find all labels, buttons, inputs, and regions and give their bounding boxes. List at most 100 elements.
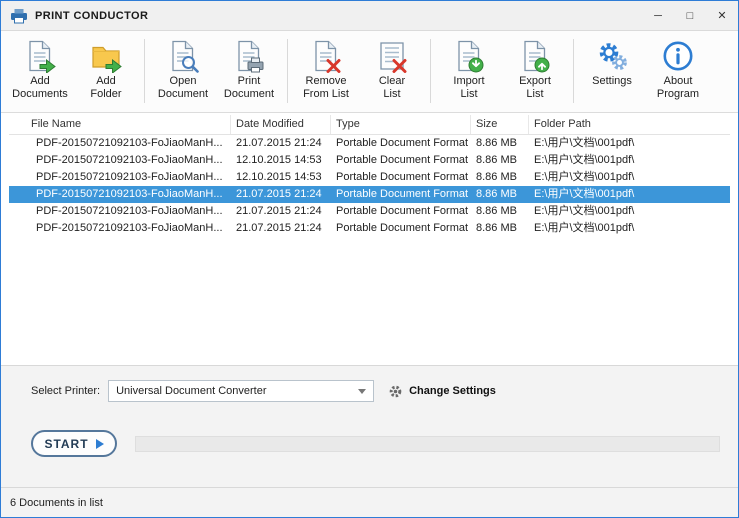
cell-date-modified: 21.07.2015 21:24 [231, 220, 331, 237]
cell-folder-path: E:\用户\文档\001pdf\ [529, 169, 730, 186]
progress-bar [135, 436, 720, 452]
toolbar-button-label: Export List [519, 75, 551, 101]
select-printer-label: Select Printer: [31, 385, 100, 397]
toolbar-button-open-document[interactable]: Open Document [150, 37, 216, 101]
add-folder-icon [89, 39, 123, 73]
cell-type: Portable Document Format [331, 152, 471, 169]
toolbar-button-label: Remove From List [303, 75, 349, 101]
table-row[interactable]: PDF-20150721092103-FoJiaoManH...21.07.20… [9, 135, 730, 152]
toolbar-button-label: About Program [657, 75, 699, 101]
table-row[interactable]: PDF-20150721092103-FoJiaoManH...12.10.20… [9, 169, 730, 186]
toolbar-button-print-document[interactable]: Print Document [216, 37, 282, 101]
toolbar-button-label: Open Document [158, 75, 208, 101]
settings-icon [595, 39, 629, 73]
toolbar-separator [287, 39, 288, 103]
bottom-panel: Select Printer: Universal Document Conve… [1, 365, 738, 517]
window-title: PRINT CONDUCTOR [35, 10, 148, 22]
table-row[interactable]: PDF-20150721092103-FoJiaoManH...21.07.20… [9, 203, 730, 220]
cell-size: 8.86 MB [471, 220, 529, 237]
about-program-icon [661, 39, 695, 73]
column-header-file-name[interactable]: File Name [9, 115, 231, 134]
open-document-icon [166, 39, 200, 73]
cell-folder-path: E:\用户\文档\001pdf\ [529, 135, 730, 152]
cell-file-name: PDF-20150721092103-FoJiaoManH... [9, 169, 231, 186]
add-documents-icon [23, 39, 57, 73]
print-document-icon [232, 39, 266, 73]
start-button-label: START [44, 437, 88, 451]
toolbar-button-add-folder[interactable]: Add Folder [73, 37, 139, 101]
cell-size: 8.86 MB [471, 203, 529, 220]
play-icon [96, 439, 104, 449]
cell-file-name: PDF-20150721092103-FoJiaoManH... [9, 203, 231, 220]
status-text: 6 Documents in list [10, 497, 103, 509]
table-row-selected[interactable]: PDF-20150721092103-FoJiaoManH...21.07.20… [9, 186, 730, 203]
table-row[interactable]: PDF-20150721092103-FoJiaoManH...21.07.20… [9, 220, 730, 237]
toolbar-button-export-list[interactable]: Export List [502, 37, 568, 101]
cell-folder-path: E:\用户\文档\001pdf\ [529, 186, 730, 203]
titlebar: PRINT CONDUCTOR ─ □ ✕ [1, 1, 738, 31]
toolbar-button-label: Print Document [224, 75, 274, 101]
toolbar-button-clear-list[interactable]: Clear List [359, 37, 425, 101]
column-header-folder-path[interactable]: Folder Path [529, 115, 730, 134]
cell-date-modified: 21.07.2015 21:24 [231, 203, 331, 220]
minimize-button[interactable]: ─ [642, 1, 674, 30]
cell-type: Portable Document Format [331, 220, 471, 237]
toolbar-separator [573, 39, 574, 103]
printer-app-icon [10, 8, 28, 24]
toolbar-button-add-documents[interactable]: Add Documents [7, 37, 73, 101]
toolbar-button-label: Import List [453, 75, 484, 101]
toolbar-button-label: Add Documents [12, 75, 68, 101]
clear-list-icon [375, 39, 409, 73]
cell-size: 8.86 MB [471, 135, 529, 152]
change-settings-link[interactable]: Change Settings [409, 385, 496, 397]
maximize-button[interactable]: □ [674, 1, 706, 30]
import-list-icon [452, 39, 486, 73]
column-header-size[interactable]: Size [471, 115, 529, 134]
cell-file-name: PDF-20150721092103-FoJiaoManH... [9, 152, 231, 169]
cell-folder-path: E:\用户\文档\001pdf\ [529, 152, 730, 169]
start-button[interactable]: START [31, 430, 117, 457]
column-header-type[interactable]: Type [331, 115, 471, 134]
cell-folder-path: E:\用户\文档\001pdf\ [529, 203, 730, 220]
toolbar-button-about-program[interactable]: About Program [645, 37, 711, 101]
start-row: START [31, 430, 720, 457]
toolbar-button-settings[interactable]: Settings [579, 37, 645, 88]
toolbar-button-label: Add Folder [90, 75, 121, 101]
cell-date-modified: 12.10.2015 14:53 [231, 152, 331, 169]
cell-folder-path: E:\用户\文档\001pdf\ [529, 220, 730, 237]
window-controls: ─ □ ✕ [642, 1, 738, 30]
cell-date-modified: 12.10.2015 14:53 [231, 169, 331, 186]
chevron-down-icon [358, 389, 366, 394]
toolbar-button-remove-from-list[interactable]: Remove From List [293, 37, 359, 101]
cell-size: 8.86 MB [471, 152, 529, 169]
table-row[interactable]: PDF-20150721092103-FoJiaoManH...12.10.20… [9, 152, 730, 169]
toolbar-button-label: Settings [592, 75, 632, 88]
cell-size: 8.86 MB [471, 169, 529, 186]
column-header-date-modified[interactable]: Date Modified [231, 115, 331, 134]
cell-type: Portable Document Format [331, 135, 471, 152]
cell-type: Portable Document Format [331, 203, 471, 220]
remove-from-list-icon [309, 39, 343, 73]
cell-date-modified: 21.07.2015 21:24 [231, 135, 331, 152]
toolbar-separator [430, 39, 431, 103]
print-conductor-window: PRINT CONDUCTOR ─ □ ✕ Add Documents Add F… [0, 0, 739, 518]
cell-file-name: PDF-20150721092103-FoJiaoManH... [9, 186, 231, 203]
table-header-row: File NameDate ModifiedTypeSizeFolder Pat… [9, 115, 730, 135]
toolbar-separator [144, 39, 145, 103]
printer-select[interactable]: Universal Document Converter [108, 380, 374, 402]
status-bar: 6 Documents in list [1, 487, 738, 517]
toolbar-button-import-list[interactable]: Import List [436, 37, 502, 101]
gear-icon[interactable] [388, 384, 403, 399]
cell-file-name: PDF-20150721092103-FoJiaoManH... [9, 220, 231, 237]
table-body: PDF-20150721092103-FoJiaoManH...21.07.20… [9, 135, 730, 237]
cell-type: Portable Document Format [331, 186, 471, 203]
export-list-icon [518, 39, 552, 73]
toolbar-button-label: Clear List [379, 75, 405, 101]
cell-size: 8.86 MB [471, 186, 529, 203]
close-button[interactable]: ✕ [706, 1, 738, 30]
toolbar: Add Documents Add Folder Open Document Prin… [1, 31, 738, 113]
cell-date-modified: 21.07.2015 21:24 [231, 186, 331, 203]
printer-row: Select Printer: Universal Document Conve… [31, 379, 738, 403]
cell-file-name: PDF-20150721092103-FoJiaoManH... [9, 135, 231, 152]
cell-type: Portable Document Format [331, 169, 471, 186]
